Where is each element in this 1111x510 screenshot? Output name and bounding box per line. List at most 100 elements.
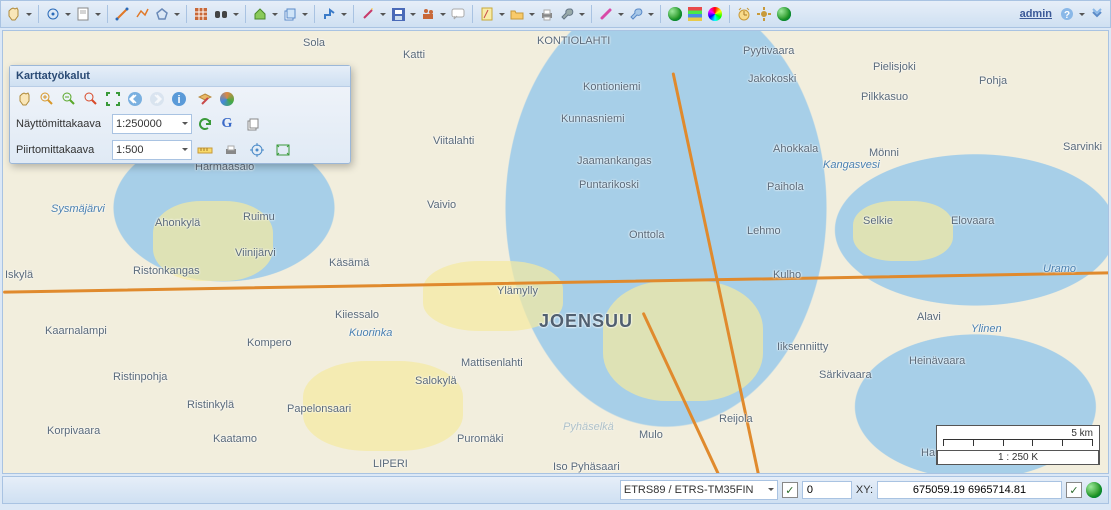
help-dropdown[interactable] [1078, 5, 1086, 23]
zoom-out-icon[interactable] [60, 90, 78, 108]
place-label: Viitalahti [433, 135, 474, 147]
crs-checkbox[interactable] [782, 482, 798, 498]
xy-checkbox[interactable] [1066, 482, 1082, 498]
xy-input[interactable] [877, 481, 1062, 499]
binoculars-dropdown[interactable] [232, 5, 240, 23]
lake-label: Kangasvesi [823, 159, 880, 171]
lake-label: Uramo [1043, 263, 1076, 275]
draw-line-icon[interactable] [113, 5, 131, 23]
home-icon[interactable] [251, 5, 269, 23]
place-label: Heinävaara [909, 355, 965, 367]
pan-icon[interactable] [16, 90, 34, 108]
place-label: Papelonsaari [287, 403, 351, 415]
layer-edit-icon[interactable] [196, 90, 214, 108]
binoculars-icon[interactable] [212, 5, 230, 23]
pen-icon[interactable] [597, 5, 615, 23]
help-icon[interactable]: ? [1058, 5, 1076, 23]
note-icon[interactable] [478, 5, 496, 23]
place-label: Pielisjoki [873, 61, 916, 73]
gear-icon[interactable] [755, 5, 773, 23]
copies-icon[interactable] [244, 115, 262, 133]
people-icon[interactable] [419, 5, 437, 23]
world-button[interactable] [1086, 482, 1102, 498]
grid-icon[interactable] [192, 5, 210, 23]
scale-distance: 5 km [943, 428, 1093, 439]
status-bar: ETRS89 / ETRS-TM35FIN XY: [2, 476, 1109, 504]
place-label: Jakokoski [748, 73, 796, 85]
copy-icon[interactable] [281, 5, 299, 23]
draw-scale-label: Piirtomittakaava [16, 144, 108, 156]
draw-scale-select[interactable]: 1:500 [112, 140, 192, 160]
wand-icon[interactable] [359, 5, 377, 23]
wand-dropdown[interactable] [379, 5, 387, 23]
place-label: Iiksenniitty [777, 341, 828, 353]
wrench-dropdown[interactable] [578, 5, 586, 23]
world-icon[interactable] [666, 5, 684, 23]
document-icon[interactable] [74, 5, 92, 23]
draw-dropdown[interactable] [173, 5, 181, 23]
display-scale-select[interactable]: 1:250000 [112, 114, 192, 134]
draw-polyline-icon[interactable] [133, 5, 151, 23]
extent-box-icon[interactable] [274, 141, 292, 159]
place-label: Puntarikoski [579, 179, 639, 191]
home-dropdown[interactable] [271, 5, 279, 23]
color-wheel-icon[interactable] [706, 5, 724, 23]
place-label: Ristinkylä [187, 399, 234, 411]
user-link[interactable]: admin [1020, 8, 1052, 20]
folder-dropdown[interactable] [528, 5, 536, 23]
document-dropdown[interactable] [94, 5, 102, 23]
folder-icon[interactable] [508, 5, 526, 23]
wrench-icon[interactable] [558, 5, 576, 23]
target-dropdown[interactable] [64, 5, 72, 23]
map-viewport[interactable]: SolaKONTIOLAHTIKattiPyytivaaraJakokoskiP… [2, 30, 1109, 474]
speech-icon[interactable] [449, 5, 467, 23]
place-label: Mönni [869, 147, 899, 159]
print-icon[interactable] [222, 141, 240, 159]
palette-circle-icon[interactable] [218, 90, 236, 108]
xy-label: XY: [856, 484, 873, 496]
ruler-icon[interactable] [196, 141, 214, 159]
tool-dropdown[interactable] [647, 5, 655, 23]
place-label: Lehmo [747, 225, 781, 237]
crs-select[interactable]: ETRS89 / ETRS-TM35FIN [620, 480, 778, 500]
zoom-in-icon[interactable] [38, 90, 56, 108]
place-label: Selkie [863, 215, 893, 227]
place-label: Kompero [247, 337, 292, 349]
info-icon[interactable]: i [170, 90, 188, 108]
fullscreen-icon[interactable] [104, 90, 122, 108]
route-dropdown[interactable] [340, 5, 348, 23]
place-label: Särkivaara [819, 369, 872, 381]
prev-icon[interactable] [126, 90, 144, 108]
locate-icon[interactable] [248, 141, 266, 159]
alarm-icon[interactable] [735, 5, 753, 23]
route-icon[interactable] [320, 5, 338, 23]
collapse-icon[interactable] [1088, 5, 1106, 23]
pen-dropdown[interactable] [617, 5, 625, 23]
zoom-extent-icon[interactable] [82, 90, 100, 108]
zone-input[interactable] [802, 481, 852, 499]
palette-icon[interactable] [686, 5, 704, 23]
pan-dropdown[interactable] [25, 5, 33, 23]
google-icon[interactable]: G [218, 115, 236, 133]
place-label: LIPERI [373, 458, 408, 470]
place-label: Kiiessalo [335, 309, 379, 321]
next-icon[interactable] [148, 90, 166, 108]
place-label: Onttola [629, 229, 664, 241]
target-icon[interactable] [44, 5, 62, 23]
lake-label: Pyhäselkä [563, 421, 614, 433]
draw-polygon-icon[interactable] [153, 5, 171, 23]
place-label: Ruimu [243, 211, 275, 223]
save-dropdown[interactable] [409, 5, 417, 23]
place-label: Iso Pyhäsaari [553, 461, 620, 473]
place-label: Kontioniemi [583, 81, 640, 93]
copy-dropdown[interactable] [301, 5, 309, 23]
pan-icon[interactable] [5, 5, 23, 23]
save-icon[interactable] [389, 5, 407, 23]
tool-icon[interactable] [627, 5, 645, 23]
place-label: Vaivio [427, 199, 456, 211]
refresh-globe-icon[interactable] [775, 5, 793, 23]
refresh-icon[interactable] [196, 115, 214, 133]
print-icon[interactable] [538, 5, 556, 23]
people-dropdown[interactable] [439, 5, 447, 23]
note-dropdown[interactable] [498, 5, 506, 23]
